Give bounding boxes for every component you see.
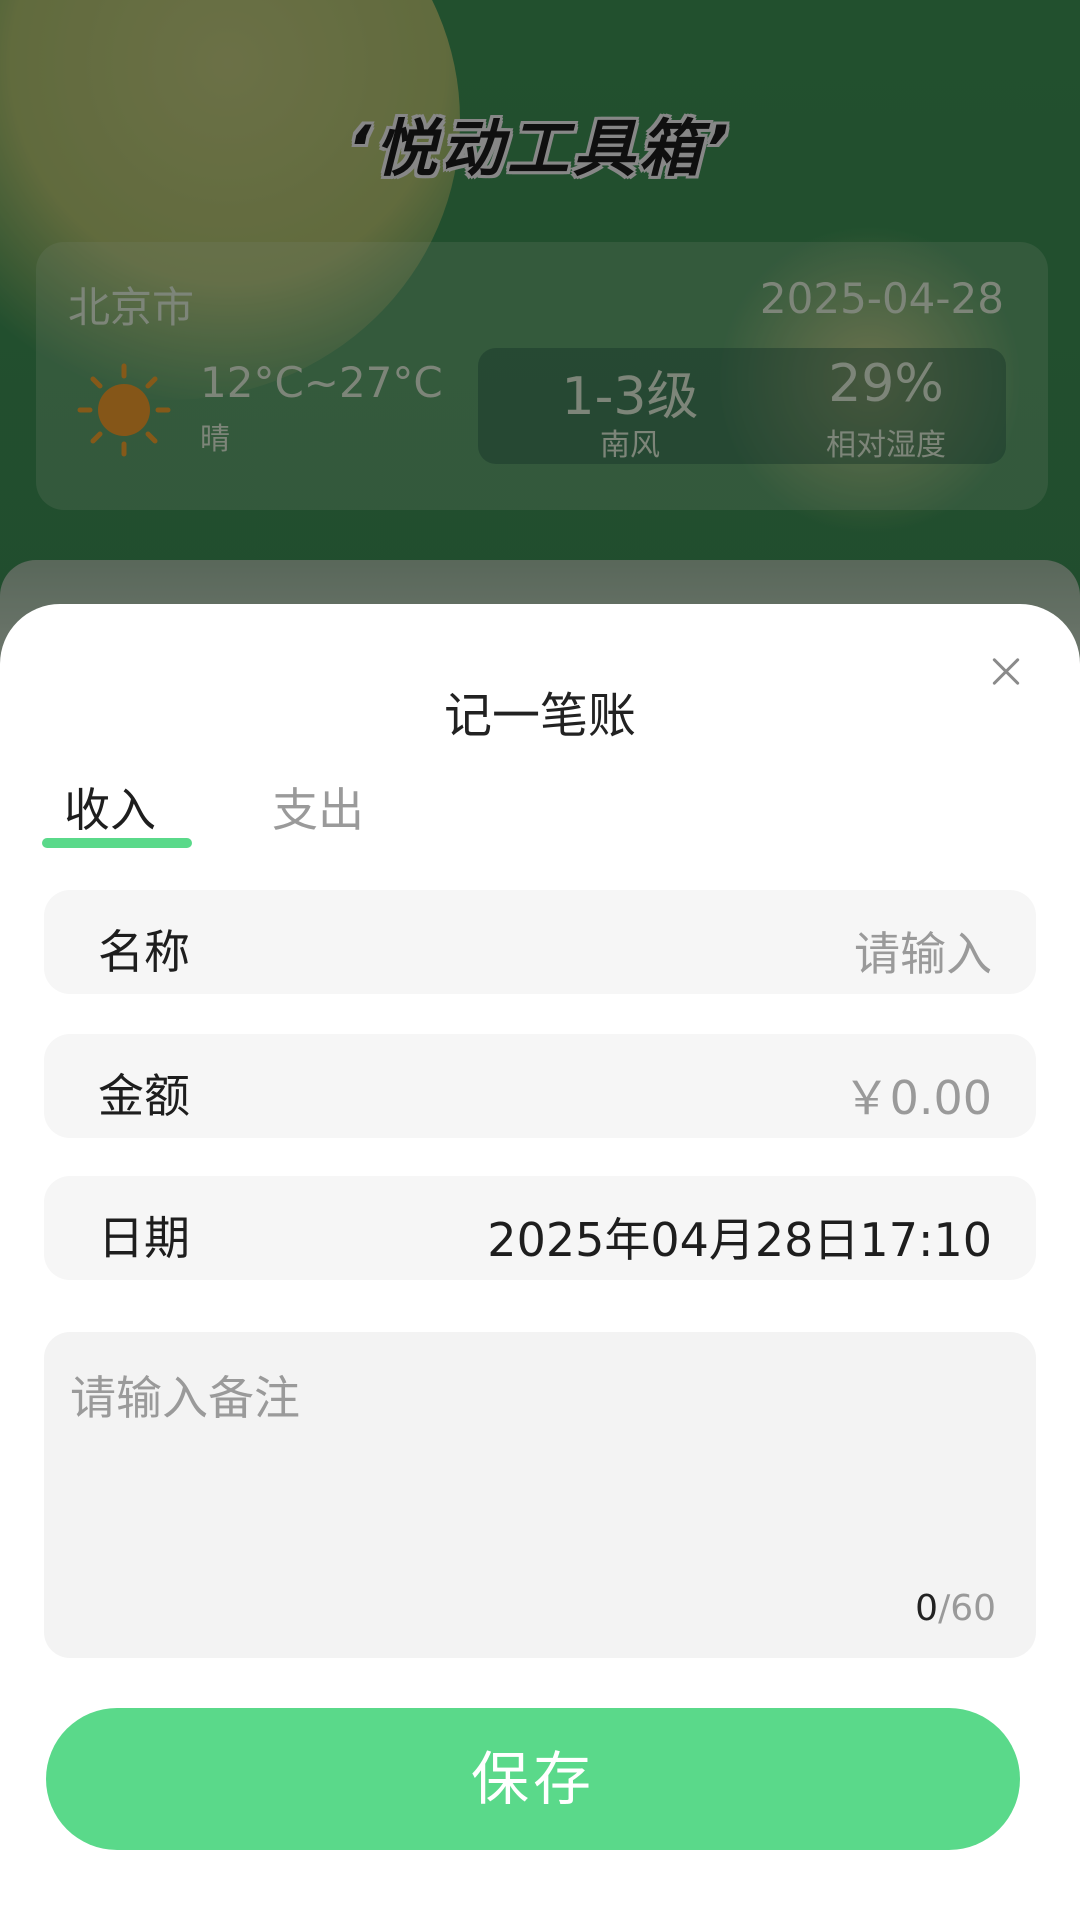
- note-char-max: /60: [938, 1588, 996, 1629]
- note-textarea[interactable]: 请输入备注 0/60: [44, 1332, 1036, 1658]
- date-picker[interactable]: 2025年04月28日17:10: [487, 1204, 992, 1270]
- note-placeholder: 请输入备注: [70, 1371, 300, 1425]
- note-char-count: 0: [915, 1588, 939, 1629]
- name-field[interactable]: 名称 请输入: [44, 890, 1036, 994]
- add-record-sheet: 记一笔账 收入 支出 名称 请输入 金额 ￥0.00 日期 2025年04月28…: [0, 604, 1080, 1920]
- amount-input[interactable]: ￥0.00: [844, 1062, 992, 1128]
- amount-field[interactable]: 金额 ￥0.00: [44, 1034, 1036, 1138]
- sheet-title: 记一笔账: [443, 688, 636, 744]
- name-input[interactable]: 请输入: [854, 918, 992, 984]
- amount-label: 金额: [98, 1069, 190, 1123]
- active-tab-indicator: [42, 838, 192, 848]
- tab-expense[interactable]: 支出: [272, 774, 364, 840]
- date-field[interactable]: 日期 2025年04月28日17:10: [44, 1176, 1036, 1280]
- name-label: 名称: [98, 925, 190, 979]
- save-button[interactable]: 保存: [46, 1708, 1020, 1850]
- tab-income[interactable]: 收入: [64, 774, 156, 840]
- note-char-counter: 0/60: [915, 1588, 996, 1629]
- close-icon[interactable]: [982, 648, 1030, 696]
- date-label: 日期: [98, 1211, 190, 1265]
